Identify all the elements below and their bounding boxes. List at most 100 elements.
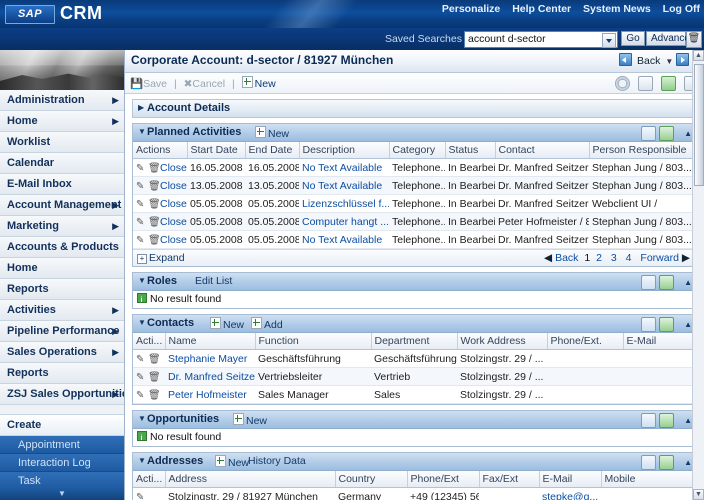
content-scrollbar[interactable]: ▲ ▼ bbox=[692, 50, 704, 500]
table-row[interactable]: ✎🗑Close 16.05.2008 16.05.2008 No Text Av… bbox=[133, 159, 696, 177]
trash-icon[interactable]: 🗑 bbox=[148, 354, 159, 365]
sidebar-item-account-management[interactable]: Account Management▶ bbox=[0, 195, 124, 216]
collapse-icon[interactable]: ▲ bbox=[684, 129, 692, 138]
close-link[interactable]: Close bbox=[160, 234, 187, 246]
collapse-icon[interactable]: ▲ bbox=[684, 416, 692, 425]
maximize-icon[interactable] bbox=[641, 275, 656, 290]
sidebar-create-appointment[interactable]: Appointment bbox=[0, 436, 124, 454]
planned-activities-new-button[interactable]: New bbox=[255, 126, 289, 140]
maximize-icon[interactable] bbox=[641, 126, 656, 141]
forward-arrow-icon[interactable] bbox=[676, 53, 689, 66]
pencil-icon[interactable]: ✎ bbox=[136, 217, 147, 228]
pager-back-arrow-icon[interactable]: ◀ bbox=[544, 252, 552, 264]
trash-icon[interactable]: 🗑 bbox=[148, 163, 159, 174]
pencil-icon[interactable]: ✎ bbox=[136, 181, 147, 192]
open-window-icon[interactable] bbox=[638, 76, 653, 91]
pencil-icon[interactable]: ✎ bbox=[136, 372, 147, 383]
collapse-icon[interactable]: ▲ bbox=[684, 278, 692, 287]
chevron-down-icon[interactable]: ▼ bbox=[138, 318, 146, 327]
sidebar-scroll-down-button[interactable]: ▼ bbox=[0, 489, 124, 500]
description-link[interactable]: No Text Available bbox=[302, 180, 382, 192]
pager-page-4[interactable]: 4 bbox=[626, 252, 632, 264]
new-button[interactable]: New bbox=[255, 78, 276, 90]
sidebar-item-zsj-sales-opportunities[interactable]: ZSJ Sales Opportunities▶ bbox=[0, 384, 124, 405]
expand-button[interactable]: +Expand bbox=[137, 252, 185, 264]
pencil-icon[interactable]: ✎ bbox=[136, 354, 147, 365]
contact-name-link[interactable]: Dr. Manfred Seitzer bbox=[168, 371, 255, 383]
go-button[interactable]: Go bbox=[621, 31, 645, 46]
sidebar-create-task[interactable]: Task bbox=[0, 472, 124, 490]
pager-page-1[interactable]: 1 bbox=[584, 252, 590, 264]
description-link[interactable]: Lizenzschlüssel f... bbox=[302, 198, 389, 210]
sidebar-item-marketing[interactable]: Marketing▶ bbox=[0, 216, 124, 237]
trash-icon[interactable]: 🗑 bbox=[148, 181, 159, 192]
collapse-icon[interactable]: ▲ bbox=[684, 320, 692, 329]
addresses-new-button[interactable]: New bbox=[215, 455, 249, 469]
chevron-down-icon[interactable] bbox=[602, 33, 616, 48]
sidebar-item-accounts-products[interactable]: Accounts & Products bbox=[0, 237, 124, 258]
table-row[interactable]: ✎🗑Close 05.05.2008 05.05.2008 Computer h… bbox=[133, 213, 696, 231]
link-help-center[interactable]: Help Center bbox=[512, 3, 571, 15]
filter-icon[interactable] bbox=[659, 126, 674, 141]
opportunities-new-button[interactable]: New bbox=[233, 413, 267, 427]
table-row[interactable]: ✎ Stolzingstr. 29 / 81927 München German… bbox=[133, 488, 696, 500]
filter-icon[interactable] bbox=[659, 455, 674, 470]
close-link[interactable]: Close bbox=[160, 216, 187, 228]
pencil-icon[interactable]: ✎ bbox=[136, 163, 147, 174]
description-link[interactable]: Computer hangt ... bbox=[302, 216, 389, 228]
sidebar-item-home-2[interactable]: Home bbox=[0, 258, 124, 279]
table-row[interactable]: ✎🗑Close 05.05.2008 05.05.2008 Lizenzschl… bbox=[133, 195, 696, 213]
trash-icon[interactable]: 🗑 bbox=[148, 217, 159, 228]
trash-icon[interactable]: 🗑 bbox=[148, 372, 159, 383]
back-arrow-icon[interactable] bbox=[619, 53, 632, 66]
cancel-button[interactable]: Cancel bbox=[192, 78, 225, 90]
close-link[interactable]: Close bbox=[160, 198, 187, 210]
sidebar-item-email-inbox[interactable]: E-Mail Inbox bbox=[0, 174, 124, 195]
save-button[interactable]: Save bbox=[143, 78, 167, 90]
sidebar-item-sales-operations[interactable]: Sales Operations▶ bbox=[0, 342, 124, 363]
pager-forward[interactable]: Forward bbox=[640, 252, 679, 264]
table-row[interactable]: ✎🗑 Dr. Manfred Seitzer Vertriebsleiter V… bbox=[133, 368, 696, 386]
filter-icon[interactable] bbox=[659, 275, 674, 290]
addresses-history-data-button[interactable]: History Data bbox=[248, 455, 306, 467]
scrollbar-thumb[interactable] bbox=[694, 64, 704, 186]
pencil-icon[interactable]: ✎ bbox=[136, 235, 147, 246]
table-row[interactable]: ✎🗑Close 05.05.2008 05.05.2008 No Text Av… bbox=[133, 231, 696, 249]
sidebar-item-activities[interactable]: Activities▶ bbox=[0, 300, 124, 321]
pager-forward-arrow-icon[interactable]: ▶ bbox=[682, 252, 690, 264]
contacts-new-button[interactable]: New bbox=[210, 317, 244, 331]
trash-icon[interactable]: 🗑 bbox=[148, 235, 159, 246]
table-row[interactable]: ✎🗑Close 13.05.2008 13.05.2008 No Text Av… bbox=[133, 177, 696, 195]
close-link[interactable]: Close bbox=[160, 180, 187, 192]
contact-name-link[interactable]: Peter Hofmeister bbox=[168, 389, 247, 401]
chevron-down-icon[interactable]: ▼ bbox=[665, 57, 673, 66]
table-row[interactable]: ✎🗑 Peter Hofmeister Sales Manager Sales … bbox=[133, 386, 696, 404]
link-system-news[interactable]: System News bbox=[583, 3, 651, 15]
scroll-up-button[interactable]: ▲ bbox=[693, 50, 704, 61]
filter-icon[interactable] bbox=[659, 413, 674, 428]
sidebar-item-calendar[interactable]: Calendar bbox=[0, 153, 124, 174]
collapse-icon[interactable]: ▲ bbox=[684, 458, 692, 467]
sidebar-item-pipeline-performance[interactable]: Pipeline Performance▶ bbox=[0, 321, 124, 342]
sidebar-item-worklist[interactable]: Worklist bbox=[0, 132, 124, 153]
filter-icon[interactable] bbox=[659, 317, 674, 332]
chevron-down-icon[interactable]: ▼ bbox=[138, 456, 146, 465]
email-link[interactable]: stepke@g... bbox=[542, 491, 598, 500]
maximize-icon[interactable] bbox=[641, 317, 656, 332]
sidebar-create-interaction-log[interactable]: Interaction Log bbox=[0, 454, 124, 472]
pager-page-2[interactable]: 2 bbox=[596, 252, 602, 264]
pencil-icon[interactable]: ✎ bbox=[136, 199, 147, 210]
back-button[interactable]: Back bbox=[637, 55, 660, 67]
advanced-search-button[interactable]: Advanced bbox=[646, 31, 686, 46]
chevron-down-icon[interactable]: ▼ bbox=[138, 414, 146, 423]
pager-page-3[interactable]: 3 bbox=[611, 252, 617, 264]
description-link[interactable]: No Text Available bbox=[302, 162, 382, 174]
description-link[interactable]: No Text Available bbox=[302, 234, 382, 246]
saved-searches-select[interactable]: account d-sector bbox=[464, 31, 618, 48]
trash-icon[interactable]: 🗑 bbox=[148, 199, 159, 210]
account-details-section[interactable]: ▶ Account Details bbox=[132, 99, 697, 118]
pencil-icon[interactable]: ✎ bbox=[136, 390, 147, 401]
gear-icon[interactable] bbox=[615, 76, 630, 91]
sidebar-item-reports[interactable]: Reports bbox=[0, 279, 124, 300]
close-link[interactable]: Close bbox=[160, 162, 187, 174]
